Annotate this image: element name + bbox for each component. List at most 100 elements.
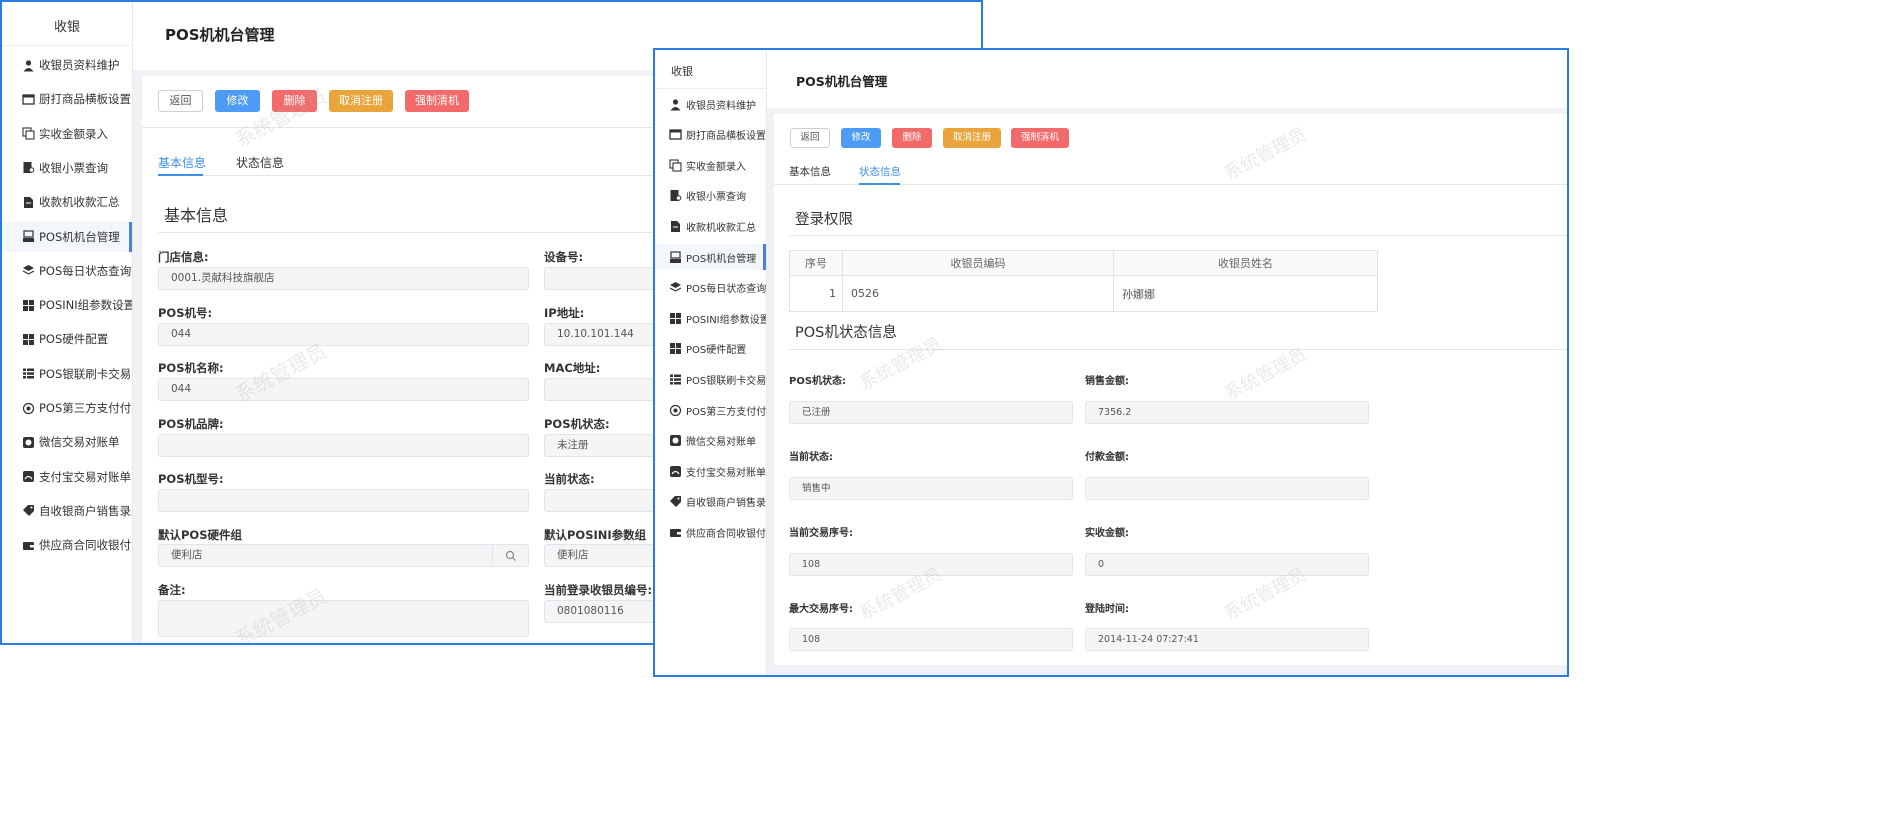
sidebar-item[interactable]: 收银小票查询 [655, 183, 766, 209]
sidebar-item-label: POS第三方支付付... [686, 406, 766, 418]
sales-field[interactable]: 7356.2 [1085, 401, 1369, 424]
sidebar-item[interactable]: 收款机收款汇总 [655, 213, 766, 239]
edit-button[interactable]: 修改 [841, 128, 881, 148]
wallet-icon [22, 539, 35, 552]
sidebar-item[interactable]: 支付宝交易对账单 [655, 458, 766, 484]
pos-no-label: POS机号: [158, 306, 213, 320]
section-title: 基本信息 [164, 206, 229, 225]
current-status-field[interactable]: 销售中 [789, 477, 1073, 500]
model-label: POS机型号: [158, 472, 224, 486]
hw-group-field[interactable]: 便利店 [158, 544, 529, 567]
sidebar-item[interactable]: 收款机收款汇总 [2, 187, 132, 217]
sidebar-item[interactable]: POS银联刷卡交易... [2, 359, 132, 389]
paid-field[interactable] [1085, 477, 1369, 500]
sidebar-item[interactable]: POS每日状态查询 [655, 275, 766, 301]
gear-icon [22, 402, 35, 415]
wechat-icon [22, 436, 35, 449]
max-txn-label: 最大交易序号: [789, 604, 853, 615]
sidebar-item[interactable]: 实收金额录入 [2, 119, 132, 149]
remark-textarea[interactable] [158, 600, 529, 637]
sidebar-item-label: 自收银商户销售录入 [686, 498, 766, 510]
login-time-field[interactable]: 2014-11-24 07:27:41 [1085, 628, 1369, 651]
sidebar-item-label: 厨打商品横板设置 [39, 92, 131, 107]
sidebar-item[interactable]: POS机机台管理 [2, 221, 132, 252]
sidebar-item-label: 支付宝交易对账单 [39, 469, 131, 484]
sidebar-item[interactable]: POS第三方支付付... [655, 397, 766, 423]
sidebar-item-label: POSINI组参数设置 [39, 298, 132, 313]
sidebar-item[interactable]: POSINI组参数设置 [2, 290, 132, 320]
sidebar-item-label: 收款机收款汇总 [39, 195, 120, 210]
sidebar-item[interactable]: 微信交易对账单 [655, 428, 766, 454]
copy-icon [669, 159, 682, 172]
sidebar-item[interactable]: 收银员资料维护 [2, 50, 132, 80]
back-button[interactable]: 返回 [790, 128, 830, 148]
sidebar-item-label: 实收金额录入 [39, 126, 108, 141]
sidebar-item[interactable]: 厨打商品横板设置 [655, 122, 766, 148]
column-header: 序号 [789, 250, 843, 276]
edit-button[interactable]: 修改 [215, 90, 260, 112]
mac-label: MAC地址: [544, 361, 601, 375]
edit-window-icon [669, 128, 682, 141]
sidebar-item[interactable]: 自收银商户销售录入 [655, 489, 766, 515]
sidebar-item[interactable]: POS机机台管理 [655, 244, 766, 270]
sidebar-item[interactable]: 供应商合同收银付... [2, 530, 132, 560]
back-button[interactable]: 返回 [158, 90, 203, 112]
delete-button[interactable]: 删除 [272, 90, 317, 112]
sidebar-item-label: 自收银商户销售录入 [39, 503, 132, 518]
sidebar-item[interactable]: POS银联刷卡交易... [655, 366, 766, 392]
receipt-search-icon [22, 161, 35, 174]
delete-button[interactable]: 删除 [892, 128, 932, 148]
pos-name-field[interactable]: 044 [158, 378, 529, 401]
sidebar-item[interactable]: 收银小票查询 [2, 153, 132, 183]
sidebar-item[interactable]: 微信交易对账单 [2, 427, 132, 457]
pos-no-field[interactable]: 044 [158, 323, 529, 346]
table-row[interactable]: 1 0526 孙娜娜 [789, 275, 1378, 312]
model-field[interactable] [158, 489, 529, 512]
page-title: POS机机台管理 [165, 26, 275, 44]
tab-basic-info[interactable]: 基本信息 [789, 164, 831, 179]
pos-status-label: POS机状态: [789, 376, 847, 387]
copy-icon [22, 127, 35, 140]
sidebar-item-label: 收银员资料维护 [686, 100, 756, 112]
txn-no-field[interactable]: 108 [789, 553, 1073, 576]
received-label: 实收金额: [1085, 528, 1129, 539]
sidebar-item[interactable]: 厨打商品横板设置 [2, 84, 132, 114]
tab-basic-info[interactable]: 基本信息 [158, 154, 206, 171]
force-clear-button[interactable]: 强制清机 [405, 90, 469, 112]
sidebar: 收银 收银员资料维护 厨打商品横板设置 实收金额录入 收银小票查询 收款机收款汇总 POS… [2, 2, 133, 643]
sidebar-item[interactable]: 供应商合同收银付... [655, 519, 766, 545]
hw-group-value: 便利店 [171, 549, 203, 561]
pos-status-field[interactable]: 已注册 [789, 401, 1073, 424]
layers-icon [669, 281, 682, 294]
cashier-table: 序号 收银员编码 收银员姓名 1 0526 孙娜娜 [789, 250, 1378, 312]
search-icon[interactable] [492, 545, 529, 566]
sidebar-item[interactable]: 支付宝交易对账单 [2, 462, 132, 492]
max-txn-field[interactable]: 108 [789, 628, 1073, 651]
sidebar-item[interactable]: POS硬件配置 [655, 336, 766, 362]
tab-status-info[interactable]: 状态信息 [859, 164, 901, 179]
sidebar-item-label: POS机机台管理 [686, 253, 757, 265]
sidebar-item[interactable]: POS硬件配置 [2, 324, 132, 354]
received-field[interactable]: 0 [1085, 553, 1369, 576]
sidebar-item[interactable]: POSINI组参数设置 [655, 305, 766, 331]
pos-name-label: POS机名称: [158, 361, 224, 375]
cancel-register-button[interactable]: 取消注册 [943, 128, 1001, 148]
brand-field[interactable] [158, 434, 529, 457]
list-icon [22, 367, 35, 380]
sidebar-item[interactable]: POS第三方支付付... [2, 393, 132, 423]
edit-window-icon [22, 93, 35, 106]
wechat-icon [669, 434, 682, 447]
sidebar-item[interactable]: POS每日状态查询 [2, 256, 132, 286]
sidebar-item[interactable]: 自收银商户销售录入 [2, 496, 132, 526]
sidebar-item-label: 实收金额录入 [686, 161, 746, 173]
list-icon [669, 373, 682, 386]
sidebar-item-label: 支付宝交易对账单 [686, 467, 766, 479]
cancel-register-button[interactable]: 取消注册 [329, 90, 393, 112]
pos-status-section-title: POS机状态信息 [795, 325, 897, 341]
tab-status-info[interactable]: 状态信息 [236, 154, 284, 171]
sidebar-item[interactable]: 实收金额录入 [655, 152, 766, 178]
grid-icon [669, 312, 682, 325]
sidebar-item[interactable]: 收银员资料维护 [655, 91, 766, 117]
force-clear-button[interactable]: 强制清机 [1011, 128, 1069, 148]
store-field[interactable]: 0001.灵献科技旗舰店 [158, 267, 529, 290]
